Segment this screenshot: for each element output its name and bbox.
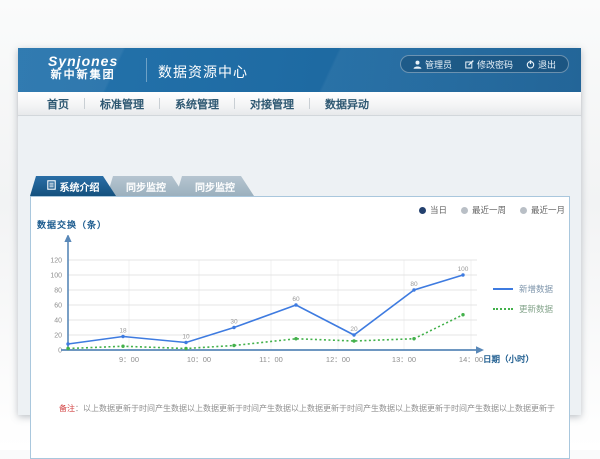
page: Synjones 新中新集团 数据资源中心 管理员 修改密码 退出	[0, 0, 600, 450]
document-icon	[47, 180, 56, 193]
nav-item-interface-mgmt[interactable]: 对接管理	[235, 96, 309, 112]
radio-label: 最近一月	[531, 204, 565, 216]
main-window: Synjones 新中新集团 数据资源中心 管理员 修改密码 退出	[18, 48, 581, 415]
chart-panel: 当日 最近一周 最近一月 数据交换（条） 0 20 40 60 80 100 120 9：00…	[30, 196, 570, 459]
radio-label: 当日	[430, 204, 447, 216]
svg-text:100: 100	[458, 266, 469, 273]
svg-text:80: 80	[410, 281, 418, 288]
svg-text:11：00: 11：00	[259, 355, 283, 364]
svg-text:12：00: 12：00	[326, 355, 350, 364]
header-divider	[146, 58, 147, 82]
radio-unselected-icon	[461, 207, 468, 214]
power-icon	[526, 60, 535, 69]
tab-label: 同步监控	[126, 179, 166, 194]
radio-today[interactable]: 当日	[419, 204, 447, 216]
user-toolbar: 管理员 修改密码 退出	[400, 55, 569, 73]
svg-text:80: 80	[54, 288, 62, 295]
tab-system-intro[interactable]: 系统介绍	[30, 176, 116, 196]
svg-text:13：00: 13：00	[392, 355, 416, 364]
svg-text:18: 18	[119, 328, 127, 335]
main-nav: 首页 标准管理 系统管理 对接管理 数据异动	[18, 92, 581, 116]
change-password-button[interactable]: 修改密码	[465, 58, 513, 71]
svg-text:20: 20	[54, 333, 62, 340]
legend-item-updated-data: 更新数据	[493, 303, 553, 315]
logout-label: 退出	[538, 58, 556, 71]
nav-item-home[interactable]: 首页	[32, 96, 84, 112]
nav-item-data-change[interactable]: 数据异动	[310, 96, 384, 112]
logo: Synjones 新中新集团	[48, 53, 118, 82]
radio-last-week[interactable]: 最近一周	[461, 204, 506, 216]
svg-text:日期（小时）: 日期（小时）	[483, 354, 534, 364]
logo-text-en: Synjones	[48, 53, 118, 69]
tab-sync-monitor-1[interactable]: 同步监控	[107, 176, 185, 196]
svg-text:10：00: 10：00	[187, 355, 211, 364]
svg-text:30: 30	[230, 319, 238, 326]
svg-text:60: 60	[54, 303, 62, 310]
tab-bar: 系统介绍 同步监控 同步监控	[30, 176, 254, 196]
y-axis-title: 数据交换（条）	[37, 218, 107, 231]
legend-item-new-data: 新增数据	[493, 283, 553, 295]
svg-text:20: 20	[350, 326, 358, 333]
user-label: 管理员	[425, 58, 452, 71]
radio-label: 最近一周	[472, 204, 506, 216]
solid-line-swatch	[493, 288, 513, 290]
tab-label: 系统介绍	[60, 179, 100, 194]
logout-button[interactable]: 退出	[526, 58, 556, 71]
radio-selected-icon	[419, 207, 426, 214]
change-password-label: 修改密码	[477, 58, 513, 71]
footnote: 备注：以上数据更新于时间产生数据以上数据更新于时间产生数据以上数据更新于时间产生…	[59, 403, 557, 414]
chart-container: 0 20 40 60 80 100 120 9：00 10：00 11：00 12：00 13：00 1…	[31, 235, 569, 370]
svg-text:10: 10	[182, 334, 190, 341]
footnote-label: 备注	[59, 404, 75, 413]
tab-label: 同步监控	[195, 179, 235, 194]
footnote-text: ：以上数据更新于时间产生数据以上数据更新于时间产生数据以上数据更新于时间产生数据…	[75, 404, 555, 413]
nav-item-standard-mgmt[interactable]: 标准管理	[85, 96, 159, 112]
legend-label: 新增数据	[519, 283, 553, 295]
legend-label: 更新数据	[519, 303, 553, 315]
edit-icon	[465, 60, 474, 69]
chart-legend: 新增数据 更新数据	[493, 283, 553, 315]
svg-text:60: 60	[292, 296, 300, 303]
svg-text:9：00: 9：00	[119, 355, 139, 364]
svg-text:100: 100	[50, 273, 62, 280]
svg-text:0: 0	[58, 348, 62, 355]
dotted-line-swatch	[493, 308, 513, 310]
logo-text-cn: 新中新集团	[48, 69, 118, 82]
svg-text:40: 40	[54, 318, 62, 325]
line-chart: 0 20 40 60 80 100 120 9：00 10：00 11：00 12：00 13：00 1…	[31, 235, 569, 370]
tab-sync-monitor-2[interactable]: 同步监控	[176, 176, 254, 196]
time-range-filter: 当日 最近一周 最近一月	[419, 204, 565, 216]
content-area: 系统介绍 同步监控 同步监控 当日 最近一	[18, 116, 581, 415]
svg-text:120: 120	[50, 258, 62, 265]
app-header: Synjones 新中新集团 数据资源中心 管理员 修改密码 退出	[18, 48, 581, 92]
current-user-button[interactable]: 管理员	[413, 58, 452, 71]
radio-unselected-icon	[520, 207, 527, 214]
svg-text:14：00: 14：00	[459, 355, 483, 364]
app-title: 数据资源中心	[158, 62, 248, 82]
nav-item-system-mgmt[interactable]: 系统管理	[160, 96, 234, 112]
radio-last-month[interactable]: 最近一月	[520, 204, 565, 216]
user-icon	[413, 60, 422, 69]
